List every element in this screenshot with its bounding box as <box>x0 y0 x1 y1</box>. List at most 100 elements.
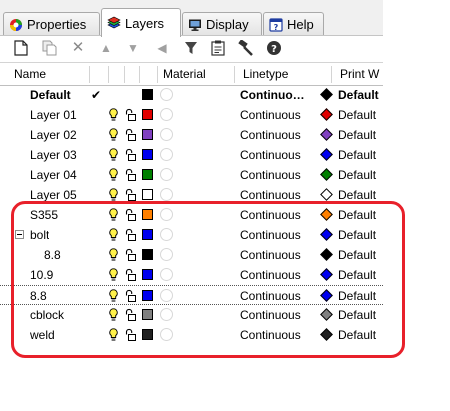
layer-row[interactable]: Layer 05 Continuous Default <box>0 185 383 205</box>
layer-linetype[interactable]: Continuous <box>240 265 301 285</box>
layer-print-width[interactable]: Default <box>338 245 383 265</box>
tools-icon[interactable] <box>237 39 255 57</box>
layer-linetype[interactable]: Continuous <box>240 105 301 125</box>
unlocked-icon[interactable] <box>125 308 136 324</box>
layer-print-width[interactable]: Default <box>338 125 383 145</box>
print-color-diamond[interactable] <box>320 268 333 281</box>
material-circle-icon[interactable] <box>160 128 173 141</box>
print-color-diamond[interactable] <box>320 248 333 261</box>
lightbulb-icon[interactable] <box>109 308 118 325</box>
material-circle-icon[interactable] <box>160 188 173 201</box>
print-color-diamond[interactable] <box>320 128 333 141</box>
layer-linetype[interactable]: Continuous <box>240 185 301 205</box>
column-material[interactable]: Material <box>163 63 206 85</box>
unlocked-icon[interactable] <box>125 328 136 344</box>
lightbulb-icon[interactable] <box>109 328 118 345</box>
layer-linetype[interactable]: Continuous <box>240 125 301 145</box>
layer-color-swatch[interactable] <box>142 109 153 120</box>
layer-name[interactable]: weld <box>30 325 55 345</box>
layer-linetype[interactable]: Continuous <box>240 325 301 345</box>
layer-linetype[interactable]: Continuous <box>240 205 301 225</box>
layer-print-width[interactable]: Default <box>338 305 383 325</box>
lightbulb-icon[interactable] <box>109 248 118 265</box>
print-color-diamond[interactable] <box>320 208 333 221</box>
layer-color-swatch[interactable] <box>142 129 153 140</box>
layer-linetype[interactable]: Continuo… <box>240 85 305 105</box>
layer-color-swatch[interactable] <box>142 229 153 240</box>
tab-display[interactable]: Display <box>182 12 262 36</box>
layer-print-width[interactable]: Default <box>338 185 383 205</box>
lightbulb-icon[interactable] <box>109 268 118 285</box>
layer-row[interactable]: weld Continuous Default <box>0 325 383 345</box>
material-circle-icon[interactable] <box>160 108 173 121</box>
layer-linetype[interactable]: Continuous <box>240 286 301 306</box>
layer-linetype[interactable]: Continuous <box>240 165 301 185</box>
layer-print-width[interactable]: Default <box>338 325 383 345</box>
layer-row[interactable]: Layer 03 Continuous Default <box>0 145 383 165</box>
layer-print-width[interactable]: Default <box>338 145 383 165</box>
unlocked-icon[interactable] <box>125 188 136 204</box>
layer-color-swatch[interactable] <box>142 309 153 320</box>
lightbulb-icon[interactable] <box>109 148 118 165</box>
unlocked-icon[interactable] <box>125 289 136 305</box>
layer-name[interactable]: Layer 03 <box>30 145 77 165</box>
move-down-icon[interactable]: ▼ <box>124 39 142 57</box>
layer-color-swatch[interactable] <box>142 209 153 220</box>
layer-print-width[interactable]: Default <box>338 205 383 225</box>
clipboard-icon[interactable] <box>209 39 227 57</box>
material-circle-icon[interactable] <box>160 168 173 181</box>
unlocked-icon[interactable] <box>125 268 136 284</box>
layer-color-swatch[interactable] <box>142 329 153 340</box>
collapse-toggle[interactable] <box>15 230 24 239</box>
layer-color-swatch[interactable] <box>142 269 153 280</box>
layer-print-width[interactable]: Default <box>338 85 383 105</box>
layer-color-swatch[interactable] <box>142 290 153 301</box>
print-color-diamond[interactable] <box>320 308 333 321</box>
column-name[interactable]: Name <box>14 63 46 85</box>
layer-name[interactable]: 10.9 <box>30 265 53 285</box>
layer-color-swatch[interactable] <box>142 89 153 100</box>
layer-color-swatch[interactable] <box>142 149 153 160</box>
layer-color-swatch[interactable] <box>142 249 153 260</box>
print-color-diamond[interactable] <box>320 148 333 161</box>
print-color-diamond[interactable] <box>320 289 333 302</box>
material-circle-icon[interactable] <box>160 248 173 261</box>
layer-row[interactable]: 10.9 Continuous Default <box>0 265 383 285</box>
material-circle-icon[interactable] <box>160 148 173 161</box>
layer-linetype[interactable]: Continuous <box>240 225 301 245</box>
unlocked-icon[interactable] <box>125 248 136 264</box>
new-sublayer-icon[interactable] <box>41 39 59 57</box>
layer-print-width[interactable]: Default <box>338 225 383 245</box>
lightbulb-icon[interactable] <box>109 188 118 205</box>
material-circle-icon[interactable] <box>160 308 173 321</box>
filter-icon[interactable] <box>182 39 200 57</box>
move-up-icon[interactable]: ▲ <box>97 39 115 57</box>
tab-properties[interactable]: Properties <box>3 12 100 36</box>
material-circle-icon[interactable] <box>160 208 173 221</box>
layer-row[interactable]: Layer 04 Continuous Default <box>0 165 383 185</box>
tab-layers[interactable]: Layers <box>101 8 181 37</box>
layer-linetype[interactable]: Continuous <box>240 245 301 265</box>
print-color-diamond[interactable] <box>320 168 333 181</box>
lightbulb-icon[interactable] <box>109 108 118 125</box>
layer-row[interactable]: Layer 02 Continuous Default <box>0 125 383 145</box>
layer-linetype[interactable]: Continuous <box>240 145 301 165</box>
lightbulb-icon[interactable] <box>109 208 118 225</box>
layer-name[interactable]: Layer 01 <box>30 105 77 125</box>
layer-name[interactable]: 8.8 <box>30 286 47 306</box>
material-circle-icon[interactable] <box>160 88 173 101</box>
layer-print-width[interactable]: Default <box>338 165 383 185</box>
layer-print-width[interactable]: Default <box>338 286 383 306</box>
layer-name[interactable]: 8.8 <box>44 245 61 265</box>
print-color-diamond[interactable] <box>320 328 333 341</box>
layer-name[interactable]: bolt <box>30 225 49 245</box>
layer-row[interactable]: S355 Continuous Default <box>0 205 383 225</box>
layer-name[interactable]: S355 <box>30 205 58 225</box>
layer-row[interactable]: 8.8 Continuous Default <box>0 245 383 265</box>
print-color-diamond[interactable] <box>320 108 333 121</box>
delete-icon[interactable]: ✕ <box>69 39 87 57</box>
layer-name[interactable]: Default <box>30 85 71 105</box>
layer-color-swatch[interactable] <box>142 189 153 200</box>
move-out-icon[interactable]: ◀ <box>153 39 171 57</box>
layer-linetype[interactable]: Continuous <box>240 305 301 325</box>
